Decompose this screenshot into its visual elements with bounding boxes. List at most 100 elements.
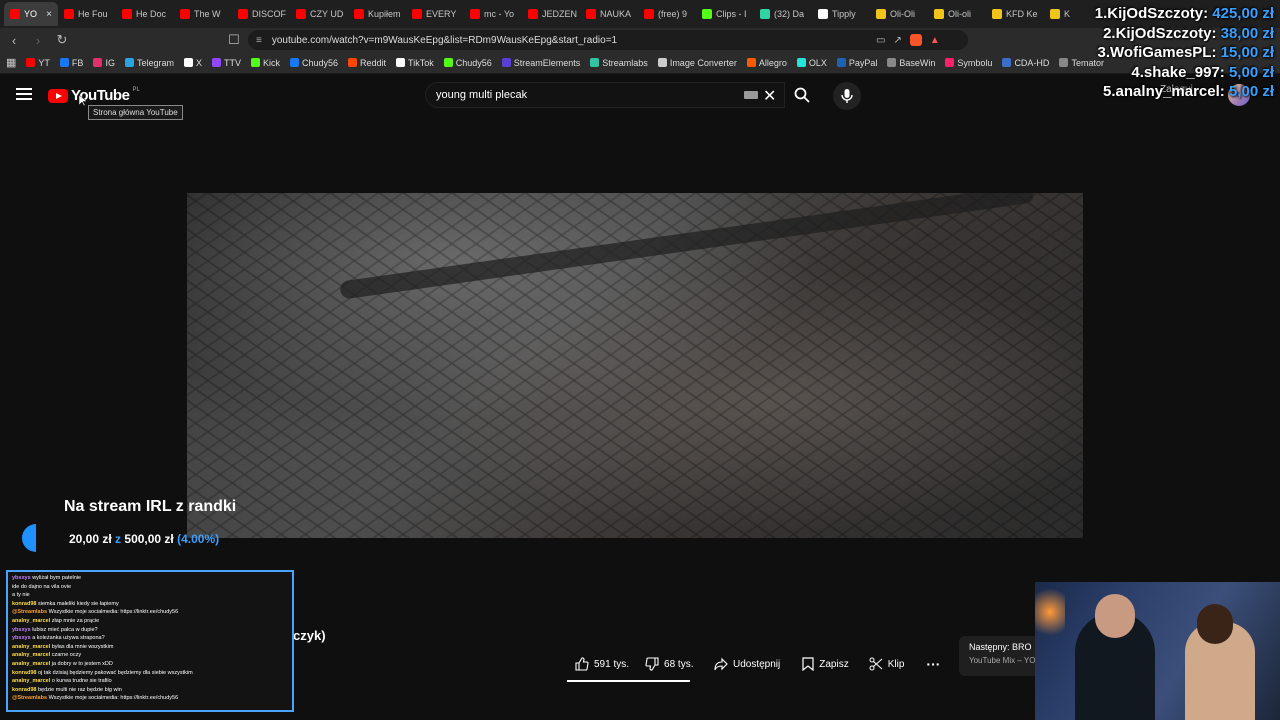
voice-search-button[interactable] [833,82,861,110]
save-button[interactable]: Zapisz [794,652,856,676]
chat-text: złap mnie za prącie [51,617,100,624]
top-donors-leaderboard: 1.KijOdSzczoty: 425,00 zł 2.KijOdSzczoty… [1095,4,1274,102]
bookmark-item[interactable]: Telegram [124,58,174,68]
bookmark-item[interactable]: X [183,58,202,68]
browser-tab[interactable]: mc - Yo [464,2,522,26]
tab-favicon-icon [876,9,886,19]
bookmark-item[interactable]: TikTok [396,58,434,68]
browser-tab[interactable]: CZY UD [290,2,348,26]
browser-tab[interactable]: He Doc [116,2,174,26]
bookmark-item[interactable]: YT [26,58,50,68]
bookmark-item[interactable]: OLX [796,58,827,68]
browser-tab[interactable]: The W [174,2,232,26]
bookmark-item[interactable]: TTV [211,58,241,68]
logo-tooltip: Strona główna YouTube [88,105,183,120]
bookmark-item[interactable]: CDA-HD [1002,58,1049,68]
browser-tab[interactable]: DISCOF [232,2,290,26]
browser-tab[interactable]: NAUKA [580,2,638,26]
bookmark-favicon-icon [836,58,846,67]
donor-amount: 38,00 zł [1220,24,1274,42]
goal-percent: (4.00%) [177,532,220,546]
clear-search-icon[interactable]: ✕ [763,86,776,106]
bookmark-item[interactable]: StreamElements [501,58,580,68]
browser-tab[interactable]: Oli-oli [928,2,986,26]
browser-tab[interactable]: Clips - I [696,2,754,26]
rewards-icon[interactable]: ▲ [930,35,940,46]
reload-icon[interactable]: ↻ [52,30,72,50]
browser-tab[interactable]: Oli-Oli [870,2,928,26]
browser-tab[interactable]: Tipply [812,2,870,26]
forward-icon[interactable]: › [28,30,48,50]
hamburger-menu-icon[interactable] [16,88,32,100]
browser-tab[interactable]: KFD Ke [986,2,1044,26]
chat-text: wyliżał bym patelnie [32,575,82,581]
chat-username: ybsxys [12,626,31,633]
leaderboard-row: 4.shake_997: 5,00 zł [1095,63,1274,83]
chat-username: @Streamlabs [12,609,48,616]
bookmark-label: TikTok [408,57,434,68]
share-label: Udostępnij [733,658,781,670]
chat-username: analny_marcel [12,643,51,650]
bookmark-item[interactable]: Streamlabs [590,58,648,68]
cast-icon[interactable]: ▭ [876,35,885,46]
bookmark-item[interactable]: Symbolu [945,58,992,68]
brave-shield-icon[interactable] [909,34,922,46]
browser-tab[interactable]: YO × [4,2,58,26]
share-icon[interactable]: ↗ [893,35,901,46]
goal-progress-icon [22,524,36,552]
bookmark-item[interactable]: BaseWin [887,58,935,68]
bookmark-item[interactable]: Image Converter [657,58,737,68]
browser-tab[interactable]: EVERY [406,2,464,26]
browser-tab[interactable]: He Fou [58,2,116,26]
bookmark-favicon-icon [657,58,667,67]
apps-grid-icon[interactable]: ▦ [6,56,16,69]
tab-label: DISCOF [252,9,287,19]
back-icon[interactable]: ‹ [4,30,24,50]
bookmark-item[interactable]: Chudy56 [290,58,338,68]
chat-text: Wszystkie moje socialmedia: https://link… [48,609,179,616]
bookmark-label: Symbolu [957,57,993,68]
bookmark-item[interactable]: Kick [250,58,280,68]
more-actions-button[interactable]: ··· [918,652,948,676]
clip-label: Klip [887,658,905,670]
keyboard-icon[interactable] [744,91,758,99]
youtube-play-icon [48,88,68,103]
dislike-button[interactable]: 68 tys. [637,652,701,676]
browser-tab[interactable]: K [1044,2,1102,26]
browser-tab[interactable]: Kupiłem [348,2,406,26]
bookmark-favicon-icon [124,58,134,67]
clip-button[interactable]: Klip [861,652,913,676]
tab-label: YO [24,9,38,19]
bookmark-item[interactable]: IG [93,58,115,68]
bookmark-item[interactable]: Allegro [746,58,787,68]
chat-message: analny_marcel ja dobry w to jestem xDD [12,660,288,669]
share-button[interactable]: Udostępnij [706,652,788,676]
address-bar[interactable]: ≡ youtube.com/watch?v=m9WausKeEpg&list=R… [248,30,968,50]
tab-close-icon[interactable]: × [46,9,52,20]
bookmark-icon[interactable]: ☐ [224,30,244,50]
browser-tab[interactable]: JEDZEN [522,2,580,26]
chat-username: konrad98 [12,600,37,607]
search-button[interactable] [785,82,819,108]
tab-favicon-icon [238,9,248,19]
like-count: 591 tys. [594,658,630,670]
donor-name: 1.KijOdSzczoty: [1094,5,1209,22]
site-info-icon[interactable]: ≡ [256,35,262,46]
chat-text: a ty nie [12,592,30,599]
browser-tab[interactable]: (32) Da [754,2,812,26]
bookmark-item[interactable]: Reddit [348,58,386,68]
bookmark-favicon-icon [348,58,358,67]
next-video-card[interactable]: Następny: BRO YouTube Mix – YO [959,636,1039,676]
like-button[interactable]: 591 tys. [567,652,637,676]
bookmark-item[interactable]: PayPal [836,57,878,68]
search-input[interactable]: young multi plecak [425,82,785,108]
bookmark-label: PayPal [848,57,878,68]
youtube-logo[interactable]: YouTube PL [48,87,140,104]
browser-tab[interactable]: (free) 9 [638,2,696,26]
share-arrow-icon [714,657,728,671]
chat-username: analny_marcel [12,660,51,667]
video-player[interactable] [187,193,1083,538]
chat-message: ybsxys a koleżanka używa strapona? [12,634,288,643]
bookmark-item[interactable]: Chudy56 [443,58,492,68]
bookmark-item[interactable]: FB [59,58,83,68]
